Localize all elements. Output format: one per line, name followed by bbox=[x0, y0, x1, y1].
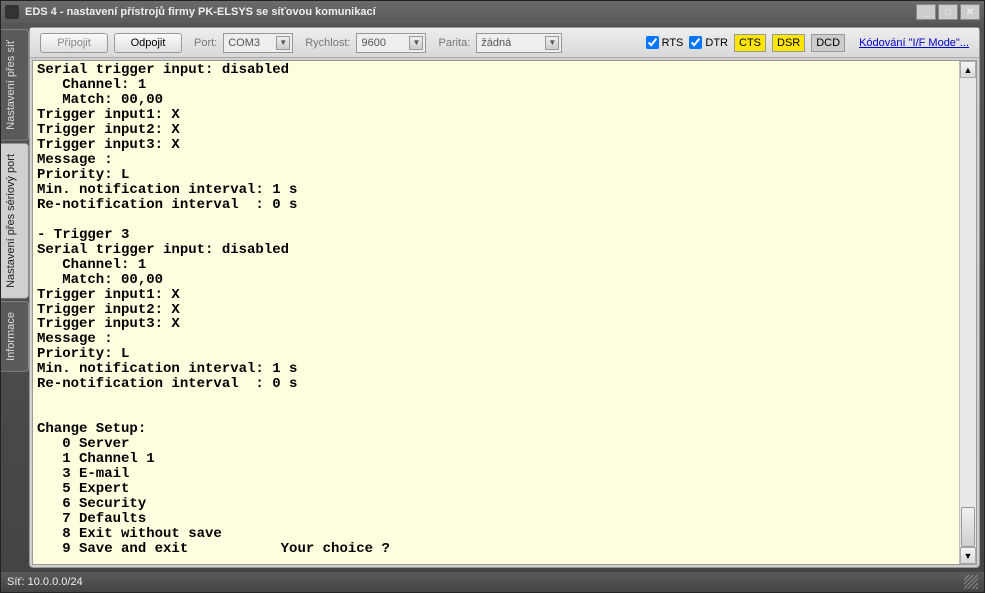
tab-serial[interactable]: Nastavení přes sériový port bbox=[1, 143, 29, 299]
statusbar: Síť: 10.0.0.0/24 bbox=[1, 572, 984, 592]
chevron-down-icon: ▼ bbox=[545, 36, 559, 50]
minimize-button[interactable]: _ bbox=[916, 4, 936, 20]
scroll-down-button[interactable]: ▼ bbox=[960, 547, 976, 564]
resize-grip-icon[interactable] bbox=[964, 575, 978, 589]
connect-button[interactable]: Připojit bbox=[40, 33, 108, 53]
scroll-thumb[interactable] bbox=[961, 507, 975, 547]
scrollbar[interactable]: ▲ ▼ bbox=[959, 61, 976, 564]
dtr-checkbox[interactable]: DTR bbox=[689, 36, 728, 49]
window-title: EDS 4 - nastavení přístrojů firmy PK-ELS… bbox=[25, 6, 916, 18]
dsr-indicator: DSR bbox=[772, 34, 805, 52]
dtr-input[interactable] bbox=[689, 36, 702, 49]
port-value: COM3 bbox=[228, 37, 260, 49]
terminal-area: Serial trigger input: disabled Channel: … bbox=[32, 60, 977, 565]
chevron-down-icon: ▼ bbox=[409, 36, 423, 50]
scroll-track[interactable] bbox=[960, 78, 976, 547]
terminal-output[interactable]: Serial trigger input: disabled Channel: … bbox=[33, 61, 959, 564]
rts-checkbox[interactable]: RTS bbox=[646, 36, 684, 49]
speed-label: Rychlost: bbox=[305, 37, 350, 49]
toolbar: Připojit Odpojit Port: COM3 ▼ Rychlost: … bbox=[30, 28, 979, 58]
port-label: Port: bbox=[194, 37, 217, 49]
chevron-down-icon: ▼ bbox=[276, 36, 290, 50]
cts-indicator: CTS bbox=[734, 34, 766, 52]
tab-info[interactable]: Informace bbox=[1, 301, 29, 372]
vertical-tabs: Nastavení přes síť Nastavení přes sériov… bbox=[1, 23, 29, 572]
disconnect-button[interactable]: Odpojit bbox=[114, 33, 182, 53]
speed-value: 9600 bbox=[361, 37, 385, 49]
rts-input[interactable] bbox=[646, 36, 659, 49]
parity-label: Parita: bbox=[438, 37, 470, 49]
status-network: Síť: 10.0.0.0/24 bbox=[7, 576, 83, 588]
app-icon bbox=[5, 5, 19, 19]
titlebar: EDS 4 - nastavení přístrojů firmy PK-ELS… bbox=[1, 1, 984, 23]
dcd-indicator: DCD bbox=[811, 34, 845, 52]
parity-select[interactable]: žádná ▼ bbox=[476, 33, 562, 53]
close-button[interactable]: ✕ bbox=[960, 4, 980, 20]
speed-select[interactable]: 9600 ▼ bbox=[356, 33, 426, 53]
port-select[interactable]: COM3 ▼ bbox=[223, 33, 293, 53]
scroll-up-button[interactable]: ▲ bbox=[960, 61, 976, 78]
encoding-link[interactable]: Kódování "I/F Mode"... bbox=[859, 37, 969, 49]
maximize-button[interactable]: □ bbox=[938, 4, 958, 20]
parity-value: žádná bbox=[481, 37, 511, 49]
content-panel: Připojit Odpojit Port: COM3 ▼ Rychlost: … bbox=[29, 27, 980, 568]
tab-network[interactable]: Nastavení přes síť bbox=[1, 29, 29, 141]
